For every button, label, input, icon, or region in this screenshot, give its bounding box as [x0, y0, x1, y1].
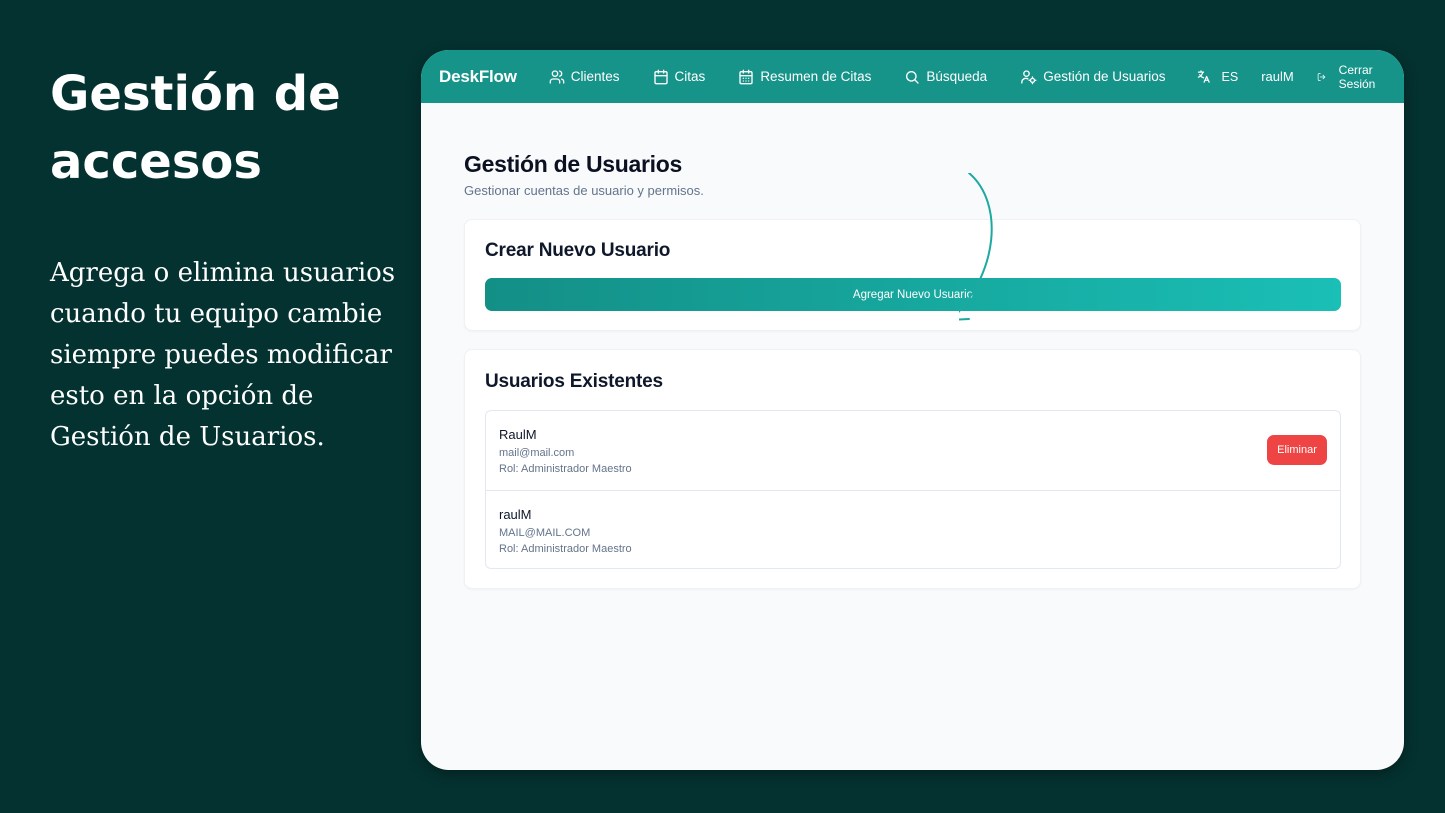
- search-icon: [906, 70, 920, 84]
- nav-item-gestion-usuarios[interactable]: Gestión de Usuarios: [1020, 69, 1166, 85]
- nav-right-group: ES raulM Cerrar Sesión: [1196, 63, 1387, 91]
- nav-item-resumen-citas[interactable]: Resumen de Citas: [738, 69, 871, 85]
- user-list: RaulM mail@mail.com Rol: Administrador M…: [485, 410, 1341, 569]
- nav-item-label: Resumen de Citas: [760, 69, 872, 84]
- hand-drawn-arrow-icon: [959, 173, 993, 321]
- current-username: raulM: [1261, 69, 1294, 84]
- nav-item-clientes[interactable]: Clientes: [549, 69, 620, 85]
- top-navbar: DeskFlow Clientes Citas Resumen de Citas…: [421, 50, 1404, 103]
- language-switcher[interactable]: ES: [1196, 69, 1239, 84]
- nav-item-busqueda[interactable]: Búsqueda: [904, 69, 987, 85]
- users-icon: [549, 69, 565, 84]
- nav-item-label: Clientes: [570, 69, 620, 84]
- add-new-user-button[interactable]: Agregar Nuevo Usuario: [485, 278, 1341, 311]
- logout-icon: [1317, 72, 1325, 81]
- user-cog-icon: [1021, 69, 1037, 84]
- user-name: RaulM: [499, 427, 537, 442]
- language-label: ES: [1221, 69, 1239, 84]
- calendar-days-icon: [739, 69, 753, 84]
- nav-item-citas[interactable]: Citas: [653, 69, 706, 85]
- user-email: MAIL@MAIL.COM: [499, 527, 591, 539]
- nav-item-label: Citas: [674, 69, 706, 84]
- user-role: Rol: Administrador Maestro: [499, 543, 632, 555]
- user-email: mail@mail.com: [499, 447, 575, 459]
- slide-title: Gestión de accesos: [50, 66, 341, 190]
- page-subtitle: Gestionar cuentas de usuario y permisos.: [464, 183, 704, 198]
- create-user-title: Crear Nuevo Usuario: [485, 240, 671, 261]
- translate-icon: [1197, 70, 1210, 83]
- create-user-card: Crear Nuevo Usuario Agregar Nuevo Usuari…: [464, 219, 1361, 331]
- user-role: Rol: Administrador Maestro: [499, 463, 632, 475]
- slide-description: Agrega o elimina usuarios cuando tu equi…: [50, 258, 396, 452]
- logout-button[interactable]: Cerrar Sesión: [1317, 63, 1386, 91]
- app-window: DeskFlow Clientes Citas Resumen de Citas…: [421, 50, 1404, 770]
- brand-logo[interactable]: DeskFlow: [439, 67, 517, 87]
- user-row: raulM MAIL@MAIL.COM Rol: Administrador M…: [486, 490, 1340, 568]
- user-name: raulM: [499, 507, 532, 522]
- user-row: RaulM mail@mail.com Rol: Administrador M…: [486, 411, 1340, 490]
- existing-users-card: Usuarios Existentes RaulM mail@mail.com …: [464, 349, 1361, 589]
- nav-item-label: Búsqueda: [926, 69, 988, 84]
- nav-item-label: Gestión de Usuarios: [1043, 69, 1166, 84]
- delete-user-button[interactable]: Eliminar: [1267, 435, 1327, 465]
- existing-users-title: Usuarios Existentes: [485, 371, 663, 392]
- logout-label: Cerrar Sesión: [1338, 62, 1376, 91]
- page-title: Gestión de Usuarios: [464, 151, 682, 177]
- calendar-icon: [653, 69, 668, 84]
